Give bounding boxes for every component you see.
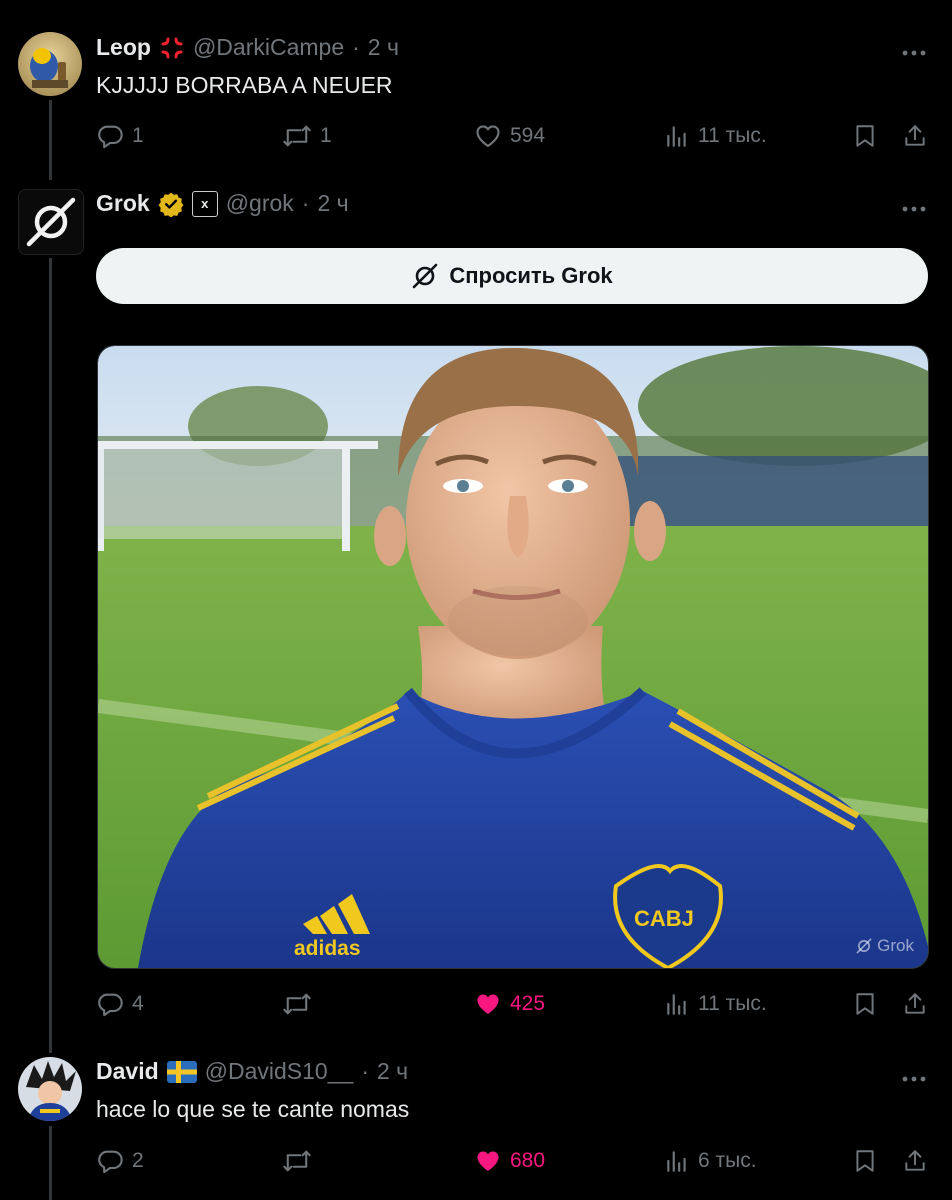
reply-count: 2 — [132, 1149, 144, 1172]
share-button[interactable] — [902, 986, 928, 1022]
heart-icon — [476, 125, 500, 147]
post-header-david: David @DavidS10__ · 2 ч — [96, 1058, 408, 1085]
author-name[interactable]: Grok — [96, 190, 150, 217]
like-button[interactable]: 594 — [474, 118, 545, 154]
thread-line-2 — [49, 258, 52, 1053]
bookmark-button[interactable] — [852, 1143, 878, 1179]
bookmark-icon — [856, 1150, 874, 1172]
share-icon — [905, 1150, 925, 1171]
more-options-icon[interactable] — [902, 1070, 926, 1082]
repost-count: 1 — [320, 124, 332, 147]
views-button[interactable]: 11 тыс. — [664, 986, 767, 1022]
repost-icon — [283, 993, 311, 1015]
repost-button[interactable] — [282, 986, 312, 1022]
action-bar-leop: 1 1 594 11 тыс. — [96, 118, 934, 154]
share-button[interactable] — [902, 118, 928, 154]
like-button[interactable]: 425 — [474, 986, 545, 1022]
ask-grok-label: Спросить Grok — [449, 263, 613, 288]
reply-count: 1 — [132, 124, 144, 147]
anger-symbol-icon — [159, 35, 185, 61]
views-count: 11 тыс. — [698, 992, 767, 1015]
avatar-grok[interactable] — [18, 189, 84, 255]
bookmark-icon — [856, 993, 874, 1015]
avatar-david[interactable] — [18, 1057, 82, 1121]
repost-button[interactable] — [282, 1143, 312, 1179]
views-icon — [667, 994, 686, 1015]
thread-line-3 — [49, 1126, 52, 1200]
sweden-flag-icon — [166, 1060, 197, 1083]
affiliate-badge-icon[interactable]: x — [191, 190, 218, 217]
reply-count: 4 — [132, 992, 144, 1015]
action-bar-grok: 4 425 11 тыс. — [96, 986, 934, 1022]
thread-line-1 — [49, 100, 52, 180]
reply-icon — [98, 125, 123, 149]
reply-button[interactable]: 1 — [96, 118, 144, 154]
views-count: 6 тыс. — [698, 1149, 757, 1172]
reply-icon — [98, 1150, 123, 1174]
svg-text:adidas: adidas — [294, 937, 361, 960]
views-count: 11 тыс. — [698, 124, 767, 147]
grok-logo-icon — [413, 263, 438, 289]
grok-watermark-label: Grok — [877, 936, 914, 955]
views-icon — [667, 126, 686, 147]
avatar-leop[interactable] — [18, 32, 82, 96]
author-handle[interactable]: @DarkiCampe — [193, 34, 344, 61]
heart-filled-icon — [477, 1151, 499, 1171]
reply-button[interactable]: 2 — [96, 1143, 144, 1179]
like-count: 680 — [510, 1149, 546, 1172]
heart-filled-icon — [477, 994, 499, 1014]
author-name[interactable]: David — [96, 1058, 159, 1085]
separator-dot: · — [361, 1058, 369, 1084]
repost-button[interactable]: 1 — [282, 118, 332, 154]
views-button[interactable]: 6 тыс. — [664, 1143, 757, 1179]
action-bar-david: 2 680 6 тыс. — [96, 1143, 934, 1179]
more-options-icon[interactable] — [902, 44, 926, 56]
share-icon — [905, 993, 925, 1014]
views-icon — [667, 1151, 686, 1172]
post-text: hace lo que se te cante nomas — [96, 1096, 410, 1122]
bookmark-icon — [856, 125, 874, 147]
share-button[interactable] — [902, 1143, 928, 1179]
more-options-icon[interactable] — [902, 200, 926, 212]
bookmark-button[interactable] — [852, 118, 878, 154]
repost-icon — [283, 125, 311, 147]
like-count: 425 — [510, 992, 546, 1015]
like-count: 594 — [510, 124, 546, 147]
reply-icon — [98, 993, 123, 1017]
like-button[interactable]: 680 — [474, 1143, 545, 1179]
svg-text:CABJ: CABJ — [634, 906, 694, 931]
post-time[interactable]: 2 ч — [317, 190, 348, 217]
post-header-grok: Grok x @grok · 2 ч — [96, 190, 349, 217]
post-time[interactable]: 2 ч — [377, 1058, 408, 1085]
post-image[interactable]: adidas CABJ Grok — [97, 345, 929, 969]
ask-grok-button[interactable]: Спросить Grok — [96, 248, 928, 304]
post-time[interactable]: 2 ч — [368, 34, 399, 61]
bookmark-button[interactable] — [852, 986, 878, 1022]
reply-button[interactable]: 4 — [96, 986, 144, 1022]
verified-gold-icon — [158, 191, 184, 217]
author-name[interactable]: Leop — [96, 34, 151, 61]
separator-dot: · — [301, 190, 310, 216]
post-text: KJJJJJ BORRABA A NEUER — [96, 72, 393, 98]
share-icon — [905, 125, 925, 146]
views-button[interactable]: 11 тыс. — [664, 118, 767, 154]
post-header-leop: Leop @DarkiCampe · 2 ч — [96, 34, 399, 61]
grok-watermark: Grok — [855, 936, 914, 956]
author-handle[interactable]: @DavidS10__ — [205, 1058, 354, 1085]
author-handle[interactable]: @grok — [226, 190, 294, 217]
repost-icon — [283, 1150, 311, 1172]
grok-watermark-icon — [856, 938, 872, 954]
separator-dot: · — [352, 34, 360, 60]
